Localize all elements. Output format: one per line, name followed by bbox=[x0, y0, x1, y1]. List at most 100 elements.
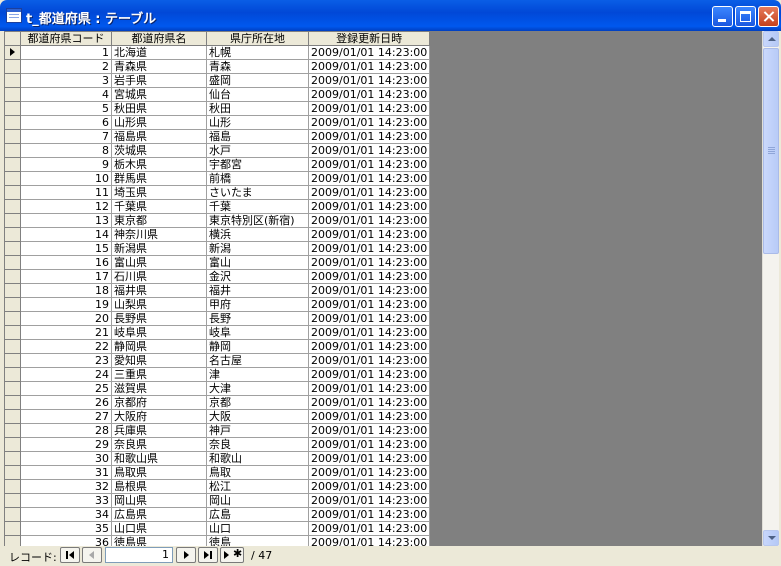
cell-updated[interactable]: 2009/01/01 14:23:00 bbox=[307, 409, 431, 424]
cell-prefecture[interactable]: 石川県 bbox=[111, 269, 207, 284]
cell-capital[interactable]: 東京特別区(新宿) bbox=[206, 213, 309, 228]
cell-updated[interactable]: 2009/01/01 14:23:00 bbox=[307, 283, 431, 298]
cell-prefecture[interactable]: 富山県 bbox=[111, 255, 207, 270]
cell-code[interactable]: 7 bbox=[20, 129, 112, 144]
table-row[interactable]: 19 山梨県 甲府 2009/01/01 14:23:00 bbox=[4, 297, 431, 312]
table-row[interactable]: 17 石川県 金沢 2009/01/01 14:23:00 bbox=[4, 269, 431, 284]
cell-code[interactable]: 23 bbox=[20, 353, 112, 368]
row-selector[interactable] bbox=[4, 255, 21, 270]
cell-prefecture[interactable]: 栃木県 bbox=[111, 157, 207, 172]
cell-code[interactable]: 18 bbox=[20, 283, 112, 298]
table-row[interactable]: 10 群馬県 前橋 2009/01/01 14:23:00 bbox=[4, 171, 431, 186]
cell-capital[interactable]: 名古屋 bbox=[206, 353, 309, 368]
row-selector[interactable] bbox=[4, 101, 21, 116]
row-selector[interactable] bbox=[4, 521, 21, 536]
cell-prefecture[interactable]: 神奈川県 bbox=[111, 227, 207, 242]
table-row[interactable]: 31 鳥取県 鳥取 2009/01/01 14:23:00 bbox=[4, 465, 431, 480]
cell-code[interactable]: 9 bbox=[20, 157, 112, 172]
cell-prefecture[interactable]: 埼玉県 bbox=[111, 185, 207, 200]
cell-code[interactable]: 11 bbox=[20, 185, 112, 200]
row-selector[interactable] bbox=[4, 115, 21, 130]
cell-updated[interactable]: 2009/01/01 14:23:00 bbox=[307, 521, 431, 536]
cell-prefecture[interactable]: 福井県 bbox=[111, 283, 207, 298]
row-selector[interactable] bbox=[4, 507, 21, 522]
cell-updated[interactable]: 2009/01/01 14:23:00 bbox=[307, 493, 431, 508]
cell-updated[interactable]: 2009/01/01 14:23:00 bbox=[307, 213, 431, 228]
cell-capital[interactable]: 徳島 bbox=[206, 535, 309, 546]
row-selector[interactable] bbox=[4, 143, 21, 158]
scroll-up-button[interactable] bbox=[763, 31, 779, 47]
table-row[interactable]: 8 茨城県 水戸 2009/01/01 14:23:00 bbox=[4, 143, 431, 158]
cell-prefecture[interactable]: 京都府 bbox=[111, 395, 207, 410]
cell-capital[interactable]: 宇都宮 bbox=[206, 157, 309, 172]
cell-capital[interactable]: 青森 bbox=[206, 59, 309, 74]
cell-code[interactable]: 32 bbox=[20, 479, 112, 494]
cell-prefecture[interactable]: 和歌山県 bbox=[111, 451, 207, 466]
cell-prefecture[interactable]: 広島県 bbox=[111, 507, 207, 522]
minimize-button[interactable] bbox=[712, 6, 733, 27]
table-row[interactable]: 34 広島県 広島 2009/01/01 14:23:00 bbox=[4, 507, 431, 522]
row-selector[interactable] bbox=[4, 353, 21, 368]
cell-updated[interactable]: 2009/01/01 14:23:00 bbox=[307, 157, 431, 172]
cell-updated[interactable]: 2009/01/01 14:23:00 bbox=[307, 297, 431, 312]
title-bar[interactable]: t_都道府県 : テーブル bbox=[0, 0, 781, 31]
cell-updated[interactable]: 2009/01/01 14:23:00 bbox=[307, 255, 431, 270]
cell-capital[interactable]: 盛岡 bbox=[206, 73, 309, 88]
cell-updated[interactable]: 2009/01/01 14:23:00 bbox=[307, 479, 431, 494]
cell-prefecture[interactable]: 青森県 bbox=[111, 59, 207, 74]
cell-prefecture[interactable]: 岐阜県 bbox=[111, 325, 207, 340]
table-row[interactable]: 23 愛知県 名古屋 2009/01/01 14:23:00 bbox=[4, 353, 431, 368]
table-icon[interactable] bbox=[6, 8, 22, 23]
cell-prefecture[interactable]: 愛知県 bbox=[111, 353, 207, 368]
vertical-scrollbar[interactable] bbox=[762, 31, 779, 546]
column-header-updated[interactable]: 登録更新日時 bbox=[307, 31, 431, 46]
cell-updated[interactable]: 2009/01/01 14:23:00 bbox=[307, 395, 431, 410]
table-row[interactable]: 5 秋田県 秋田 2009/01/01 14:23:00 bbox=[4, 101, 431, 116]
cell-updated[interactable]: 2009/01/01 14:23:00 bbox=[307, 87, 431, 102]
table-row[interactable]: 26 京都府 京都 2009/01/01 14:23:00 bbox=[4, 395, 431, 410]
cell-prefecture[interactable]: 新潟県 bbox=[111, 241, 207, 256]
last-record-button[interactable] bbox=[198, 547, 218, 563]
table-row[interactable]: 32 島根県 松江 2009/01/01 14:23:00 bbox=[4, 479, 431, 494]
cell-prefecture[interactable]: 千葉県 bbox=[111, 199, 207, 214]
cell-capital[interactable]: 岐阜 bbox=[206, 325, 309, 340]
cell-capital[interactable]: 京都 bbox=[206, 395, 309, 410]
table-row[interactable]: 33 岡山県 岡山 2009/01/01 14:23:00 bbox=[4, 493, 431, 508]
row-selector[interactable] bbox=[4, 73, 21, 88]
cell-capital[interactable]: 津 bbox=[206, 367, 309, 382]
cell-code[interactable]: 24 bbox=[20, 367, 112, 382]
row-selector[interactable] bbox=[4, 59, 21, 74]
cell-code[interactable]: 26 bbox=[20, 395, 112, 410]
cell-updated[interactable]: 2009/01/01 14:23:00 bbox=[307, 45, 431, 60]
cell-prefecture[interactable]: 岩手県 bbox=[111, 73, 207, 88]
cell-prefecture[interactable]: 徳島県 bbox=[111, 535, 207, 546]
row-selector[interactable] bbox=[4, 213, 21, 228]
row-selector[interactable] bbox=[4, 87, 21, 102]
cell-capital[interactable]: 水戸 bbox=[206, 143, 309, 158]
table-row[interactable]: 6 山形県 山形 2009/01/01 14:23:00 bbox=[4, 115, 431, 130]
cell-code[interactable]: 25 bbox=[20, 381, 112, 396]
row-selector[interactable] bbox=[4, 409, 21, 424]
table-row[interactable]: 25 滋賀県 大津 2009/01/01 14:23:00 bbox=[4, 381, 431, 396]
cell-prefecture[interactable]: 兵庫県 bbox=[111, 423, 207, 438]
cell-capital[interactable]: 松江 bbox=[206, 479, 309, 494]
cell-updated[interactable]: 2009/01/01 14:23:00 bbox=[307, 129, 431, 144]
table-row[interactable]: 24 三重県津 2009/01/01 14:23:00 bbox=[4, 367, 431, 382]
column-header-name[interactable]: 都道府県名 bbox=[111, 31, 207, 46]
row-selector[interactable] bbox=[4, 367, 21, 382]
cell-code[interactable]: 20 bbox=[20, 311, 112, 326]
first-record-button[interactable] bbox=[60, 547, 80, 563]
cell-code[interactable]: 4 bbox=[20, 87, 112, 102]
row-selector[interactable] bbox=[4, 199, 21, 214]
table-row[interactable]: 28 兵庫県 神戸 2009/01/01 14:23:00 bbox=[4, 423, 431, 438]
new-record-button[interactable]: ✱ bbox=[220, 547, 244, 563]
cell-prefecture[interactable]: 東京都 bbox=[111, 213, 207, 228]
cell-code[interactable]: 28 bbox=[20, 423, 112, 438]
row-selector[interactable] bbox=[4, 325, 21, 340]
cell-code[interactable]: 16 bbox=[20, 255, 112, 270]
cell-code[interactable]: 12 bbox=[20, 199, 112, 214]
cell-code[interactable]: 36 bbox=[20, 535, 112, 546]
table-row[interactable]: 11 埼玉県 さいたま 2009/01/01 14:23:00 bbox=[4, 185, 431, 200]
cell-updated[interactable]: 2009/01/01 14:23:00 bbox=[307, 437, 431, 452]
column-header-code[interactable]: 都道府県コード bbox=[20, 31, 112, 46]
